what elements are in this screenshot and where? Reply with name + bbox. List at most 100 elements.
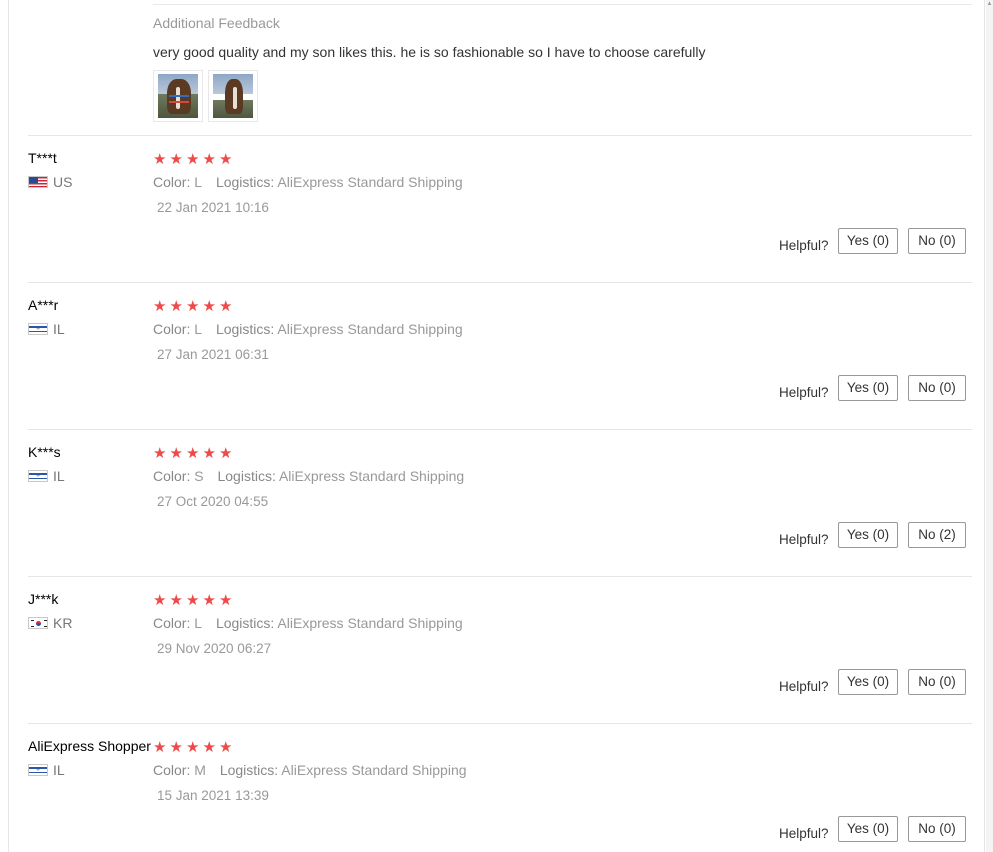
color-value: L — [194, 321, 203, 337]
color-label: Color: — [153, 174, 191, 190]
order-info: Color: S Logistics: AliExpress Standard … — [153, 468, 474, 484]
us-flag-icon — [28, 176, 48, 188]
additional-feedback-title: Additional Feedback — [153, 15, 280, 31]
star-rating: ★ ★ ★ ★ ★ — [153, 298, 236, 315]
feedback-page: ▲ Additional Feedback very good quality … — [0, 0, 993, 852]
feedback-photo-thumbnail[interactable] — [153, 70, 203, 122]
star-icon: ★ — [202, 151, 216, 168]
divider — [153, 4, 972, 5]
country-code: IL — [53, 762, 65, 778]
star-icon: ★ — [219, 298, 233, 315]
helpful-no-button[interactable]: No (2) — [908, 522, 966, 548]
star-icon: ★ — [169, 151, 183, 168]
helpful-label: Helpful? — [779, 679, 829, 694]
review-item: A***r ✡ IL ★ ★ ★ ★ ★ Color: L Logistics: AliExpr… — [0, 297, 980, 444]
kr-flag-icon — [28, 617, 48, 629]
additional-feedback-text: very good quality and my son likes this.… — [153, 44, 706, 60]
star-icon: ★ — [186, 151, 200, 168]
star-icon: ★ — [202, 739, 216, 756]
reviewer-name: K***s — [28, 444, 61, 460]
helpful-yes-button[interactable]: Yes (0) — [838, 228, 898, 254]
star-icon: ★ — [186, 298, 200, 315]
color-value: S — [194, 468, 204, 484]
review-item: T***t US ★ ★ ★ ★ ★ Color: L Logistics: AliExpre… — [0, 150, 980, 297]
helpful-no-button[interactable]: No (0) — [908, 228, 966, 254]
helpful-no-button[interactable]: No (0) — [908, 669, 966, 695]
logistics-label: Logistics: — [215, 174, 275, 190]
helpful-yes-button[interactable]: Yes (0) — [838, 375, 898, 401]
star-icon: ★ — [219, 151, 233, 168]
star-icon: ★ — [202, 445, 216, 462]
horse-photo-icon — [158, 74, 198, 118]
review-item: K***s ✡ IL ★ ★ ★ ★ ★ Color: S Logistics: AliExpr… — [0, 444, 980, 591]
review-date: 27 Oct 2020 04:55 — [157, 494, 269, 509]
star-rating: ★ ★ ★ ★ ★ — [153, 445, 236, 462]
star-icon: ★ — [202, 298, 216, 315]
star-icon: ★ — [219, 739, 233, 756]
divider — [28, 576, 972, 577]
logistics-value: AliExpress Standard Shipping — [278, 468, 465, 484]
star-icon: ★ — [153, 151, 167, 168]
divider — [28, 282, 972, 283]
color-label: Color: — [153, 468, 191, 484]
scroll-up-arrow-icon[interactable]: ▲ — [986, 0, 993, 8]
logistics-value: AliExpress Standard Shipping — [277, 615, 463, 631]
star-icon: ★ — [153, 445, 167, 462]
review-date: 22 Jan 2021 10:16 — [157, 200, 269, 215]
country-code: IL — [53, 468, 65, 484]
star-icon: ★ — [153, 739, 167, 756]
il-flag-icon: ✡ — [28, 323, 48, 335]
star-icon: ★ — [186, 592, 200, 609]
logistics-label: Logistics: — [217, 468, 276, 484]
color-value: L — [194, 174, 203, 190]
helpful-yes-button[interactable]: Yes (0) — [838, 816, 898, 842]
review-item: AliExpress Shopper ✡ IL ★ ★ ★ ★ ★ Color: M Logis… — [0, 738, 980, 852]
feedback-photo-thumbnail[interactable] — [208, 70, 258, 122]
helpful-no-button[interactable]: No (0) — [908, 375, 966, 401]
logistics-value: AliExpress Standard Shipping — [277, 321, 463, 337]
star-icon: ★ — [169, 445, 183, 462]
logistics-value: AliExpress Standard Shipping — [277, 174, 463, 190]
scrollbar[interactable] — [986, 0, 993, 852]
star-icon: ★ — [169, 739, 183, 756]
divider — [28, 723, 972, 724]
helpful-label: Helpful? — [779, 385, 829, 400]
order-info: Color: M Logistics: AliExpress Standard … — [153, 762, 477, 778]
country-code: KR — [53, 615, 73, 631]
order-info: Color: L Logistics: AliExpress Standard … — [153, 174, 473, 190]
star-icon: ★ — [169, 298, 183, 315]
star-rating: ★ ★ ★ ★ ★ — [153, 739, 236, 756]
review-date: 15 Jan 2021 13:39 — [157, 788, 269, 803]
helpful-yes-button[interactable]: Yes (0) — [838, 669, 898, 695]
color-label: Color: — [153, 762, 191, 778]
divider — [28, 429, 972, 430]
order-info: Color: L Logistics: AliExpress Standard … — [153, 321, 473, 337]
country-code: US — [53, 174, 73, 190]
review-date: 29 Nov 2020 06:27 — [157, 641, 272, 656]
star-icon: ★ — [153, 298, 167, 315]
il-flag-icon: ✡ — [28, 470, 48, 482]
reviewer-name: A***r — [28, 297, 59, 313]
star-icon: ★ — [186, 445, 200, 462]
logistics-label: Logistics: — [215, 615, 275, 631]
star-icon: ★ — [153, 592, 167, 609]
divider — [28, 135, 972, 136]
review-date: 27 Jan 2021 06:31 — [157, 347, 269, 362]
logistics-value: AliExpress Standard Shipping — [281, 762, 467, 778]
logistics-label: Logistics: — [219, 762, 279, 778]
helpful-no-button[interactable]: No (0) — [908, 816, 966, 842]
reviewer-name: J***k — [28, 591, 59, 607]
star-rating: ★ ★ ★ ★ ★ — [153, 592, 236, 609]
helpful-label: Helpful? — [779, 826, 829, 841]
star-icon: ★ — [219, 592, 233, 609]
country-code: IL — [53, 321, 65, 337]
star-icon: ★ — [219, 445, 233, 462]
star-icon: ★ — [202, 592, 216, 609]
star-icon: ★ — [186, 739, 200, 756]
logistics-label: Logistics: — [215, 321, 275, 337]
helpful-yes-button[interactable]: Yes (0) — [838, 522, 898, 548]
il-flag-icon: ✡ — [28, 764, 48, 776]
helpful-label: Helpful? — [779, 532, 829, 547]
color-value: L — [194, 615, 203, 631]
star-rating: ★ ★ ★ ★ ★ — [153, 151, 236, 168]
